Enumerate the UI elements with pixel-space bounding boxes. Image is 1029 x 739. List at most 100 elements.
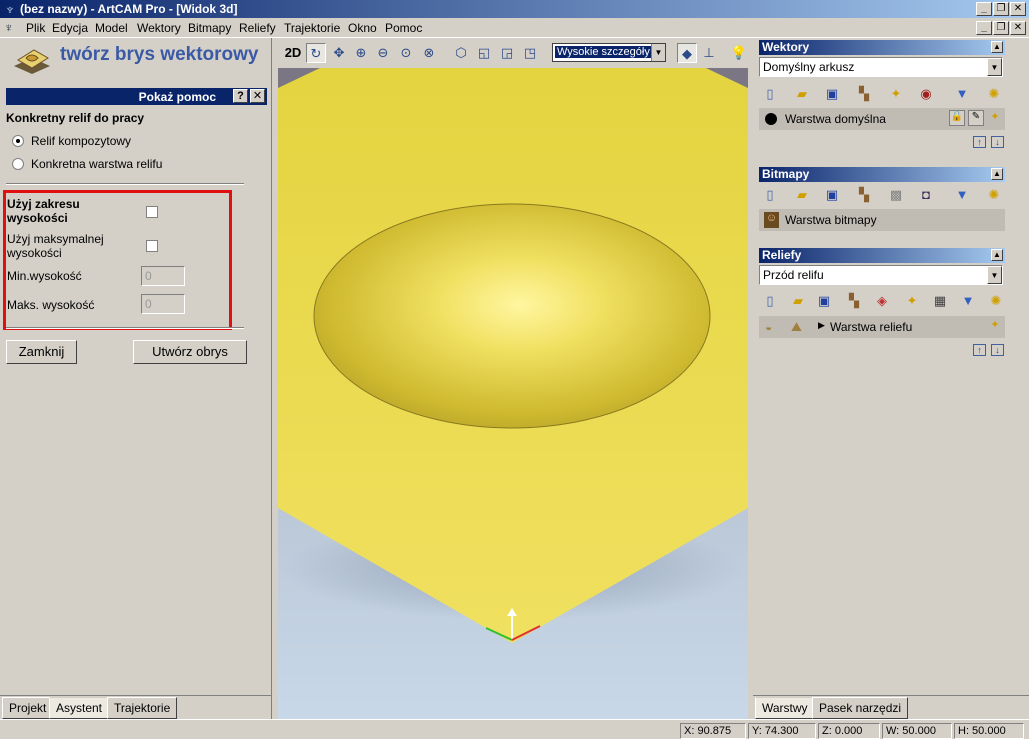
- chevron-down-icon[interactable]: ▼: [651, 44, 665, 61]
- menu-model[interactable]: Model: [95, 21, 128, 35]
- 2d-view-button[interactable]: 2D: [282, 43, 304, 63]
- 3d-viewport[interactable]: [278, 68, 748, 719]
- show-help-link[interactable]: Pokaż pomoc: [139, 90, 216, 104]
- zoom-fit-icon[interactable]: ⊙: [396, 43, 416, 63]
- doc-minimize-button[interactable]: _: [976, 21, 992, 35]
- bulb-icon[interactable]: ✦: [887, 85, 905, 103]
- visibility-icon[interactable]: ✺: [985, 85, 1003, 103]
- radio-relief-layer[interactable]: Konkretna warstwa relifu: [12, 157, 162, 171]
- height-range-label: Użyj zakresu wysokości: [7, 197, 80, 225]
- save-icon[interactable]: ▣: [815, 292, 833, 310]
- doc-restore-button[interactable]: ❐: [993, 21, 1009, 35]
- bulb-icon[interactable]: ✦: [987, 318, 1003, 334]
- delete-icon[interactable]: ▼: [953, 85, 971, 103]
- collapse-reliefs-button[interactable]: ▲: [991, 249, 1003, 261]
- open-folder-icon[interactable]: ▰: [793, 186, 811, 204]
- zoom-out-icon[interactable]: ⊖: [373, 43, 393, 63]
- radio-button[interactable]: [12, 158, 24, 170]
- document-icon[interactable]: ♆: [4, 20, 14, 35]
- visibility-icon[interactable]: ✺: [985, 186, 1003, 204]
- tab-trajektorie[interactable]: Trajektorie: [107, 697, 178, 719]
- move-up-icon[interactable]: ↑: [973, 136, 986, 148]
- tab-projekt[interactable]: Projekt: [2, 697, 54, 719]
- min-height-input[interactable]: 0: [141, 266, 185, 286]
- max-height-checkbox[interactable]: [146, 240, 158, 252]
- close-window-button[interactable]: ✕: [1010, 2, 1026, 16]
- artcam-app-icon[interactable]: ♆: [2, 1, 18, 17]
- save-icon[interactable]: ▣: [823, 85, 841, 103]
- relief-layer-row[interactable]: ◒ ⛰ ▶ Warstwa reliefu ✦: [759, 316, 1005, 338]
- radio-composite-relief[interactable]: Relif kompozytowy: [12, 134, 131, 148]
- collapse-vectors-button[interactable]: ▲: [991, 41, 1003, 53]
- vector-layer-row[interactable]: Warstwa domyślna 🔒 ✎ ✦: [759, 108, 1005, 130]
- pan-icon[interactable]: ✥: [329, 43, 349, 63]
- pen-icon[interactable]: ✎: [968, 110, 984, 126]
- zoom-in-icon[interactable]: ⊕: [351, 43, 371, 63]
- eye-icon[interactable]: ◒: [765, 320, 772, 334]
- tab-asystent[interactable]: Asystent: [49, 697, 110, 719]
- relief-section-heading: Konkretny relif do pracy: [6, 111, 145, 125]
- visibility-icon[interactable]: ✺: [987, 292, 1005, 310]
- close-button[interactable]: Zamknij: [6, 340, 77, 364]
- open-folder-icon[interactable]: ▰: [793, 85, 811, 103]
- collapse-bitmaps-button[interactable]: ▲: [991, 168, 1003, 180]
- save-icon[interactable]: ▣: [823, 186, 841, 204]
- lock-icon[interactable]: 🔒: [949, 110, 965, 126]
- height-range-checkbox[interactable]: [146, 206, 158, 218]
- menu-bitmapy[interactable]: Bitmapy: [188, 21, 231, 35]
- bulb-icon[interactable]: ✦: [987, 110, 1003, 126]
- move-down-icon[interactable]: ↓: [991, 344, 1004, 356]
- side-view-icon[interactable]: ◲: [497, 43, 517, 63]
- color-icon[interactable]: ◉: [917, 85, 935, 103]
- front-view-icon[interactable]: ◱: [474, 43, 494, 63]
- relief-select[interactable]: Przód relifu ▼: [759, 265, 1003, 285]
- rotate-icon[interactable]: ↻: [306, 43, 326, 63]
- menu-plik[interactable]: Plik: [26, 21, 45, 35]
- gray-icon[interactable]: ▩: [887, 186, 905, 204]
- max-height-input[interactable]: 0: [141, 294, 185, 314]
- move-down-icon[interactable]: ↓: [991, 136, 1004, 148]
- light-icon[interactable]: 💡: [729, 43, 749, 63]
- close-panel-button[interactable]: ✕: [250, 89, 265, 103]
- expand-arrow-icon[interactable]: ▶: [818, 320, 825, 331]
- chevron-down-icon[interactable]: ▼: [987, 58, 1002, 76]
- delete-icon[interactable]: ▼: [959, 292, 977, 310]
- new-layer-icon[interactable]: ▯: [761, 85, 779, 103]
- bitmap-layer-row[interactable]: ☺ Warstwa bitmapy: [759, 209, 1005, 231]
- portrait-icon[interactable]: ◘: [917, 186, 935, 204]
- merge-icon[interactable]: ▚: [855, 186, 873, 204]
- zoom-box-icon[interactable]: ⊗: [419, 43, 439, 63]
- doc-close-button[interactable]: ✕: [1010, 21, 1026, 35]
- calculator-icon[interactable]: ▦: [931, 292, 949, 310]
- add-relief-icon[interactable]: ⛰: [791, 319, 802, 335]
- menu-trajektorie[interactable]: Trajektorie: [284, 21, 340, 35]
- menu-edycja[interactable]: Edycja: [52, 21, 88, 35]
- detail-level-select[interactable]: Wysokie szczegóły ▼: [552, 43, 666, 62]
- iso-view-icon[interactable]: ⬡: [451, 43, 471, 63]
- bulb-icon[interactable]: ✦: [903, 292, 921, 310]
- menu-okno[interactable]: Okno: [348, 21, 377, 35]
- menu-wektory[interactable]: Wektory: [137, 21, 181, 35]
- tab-warstwy[interactable]: Warstwy: [755, 697, 815, 719]
- new-layer-icon[interactable]: ▯: [761, 186, 779, 204]
- merge-icon[interactable]: ▚: [855, 85, 873, 103]
- vector-sheet-select[interactable]: Domyślny arkusz ▼: [759, 57, 1003, 77]
- plane-icon[interactable]: ◆: [677, 43, 697, 63]
- relief-shape-icon[interactable]: ◈: [873, 292, 891, 310]
- maximize-button[interactable]: ❐: [993, 2, 1009, 16]
- top-view-icon[interactable]: ◳: [520, 43, 540, 63]
- merge-icon[interactable]: ▚: [845, 292, 863, 310]
- chevron-down-icon[interactable]: ▼: [987, 266, 1002, 284]
- move-up-icon[interactable]: ↑: [973, 344, 986, 356]
- open-folder-icon[interactable]: ▰: [789, 292, 807, 310]
- minimize-button[interactable]: _: [976, 2, 992, 16]
- menu-pomoc[interactable]: Pomoc: [385, 21, 422, 35]
- help-question-button[interactable]: ?: [233, 89, 248, 103]
- tab-pasek-narzedzi[interactable]: Pasek narzędzi: [812, 697, 909, 719]
- axes-icon[interactable]: ⊥: [699, 43, 719, 63]
- new-layer-icon[interactable]: ▯: [761, 292, 779, 310]
- create-outline-button[interactable]: Utwórz obrys: [133, 340, 247, 364]
- delete-icon[interactable]: ▼: [953, 186, 971, 204]
- radio-button[interactable]: [12, 135, 24, 147]
- menu-reliefy[interactable]: Reliefy: [239, 21, 276, 35]
